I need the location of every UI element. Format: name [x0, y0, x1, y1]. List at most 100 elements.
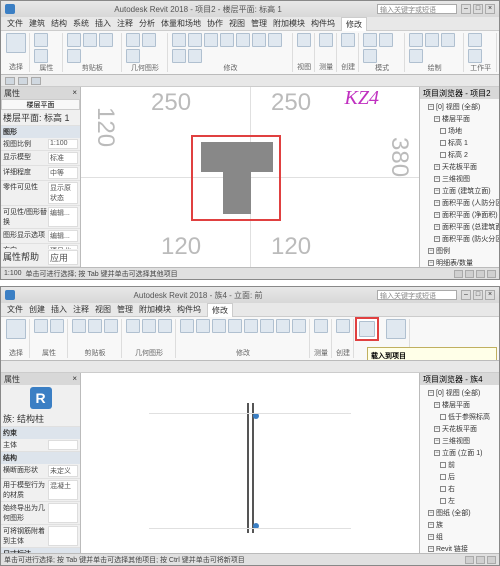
- property-value[interactable]: 1:100: [48, 139, 78, 149]
- tree-node[interactable]: −楼层平面: [422, 399, 497, 411]
- expand-icon[interactable]: −: [434, 402, 440, 408]
- tree-node[interactable]: −天花板平面: [422, 423, 497, 435]
- scale-icon[interactable]: [276, 319, 290, 333]
- view-icon[interactable]: [465, 556, 474, 564]
- offset-icon[interactable]: [188, 49, 202, 63]
- properties-list[interactable]: 约束主体结构横断面形状未定义用于模型行为的材质混凝土始终导出为几何图形可将钢筋附…: [1, 427, 80, 553]
- array-icon[interactable]: [260, 319, 274, 333]
- split-icon[interactable]: [244, 319, 258, 333]
- expand-icon[interactable]: −: [428, 510, 434, 516]
- property-value[interactable]: 中等: [48, 167, 78, 179]
- expand-icon[interactable]: −: [428, 522, 434, 528]
- help-link[interactable]: 属性帮助: [3, 250, 48, 265]
- tab[interactable]: 构件坞: [177, 304, 201, 315]
- expand-icon[interactable]: −: [428, 546, 434, 552]
- opt-icon[interactable]: [31, 77, 41, 85]
- trim-icon[interactable]: [220, 33, 234, 47]
- tree-node[interactable]: −组: [422, 531, 497, 543]
- expand-icon[interactable]: [440, 486, 446, 492]
- tab[interactable]: 文件: [7, 18, 23, 29]
- expand-icon[interactable]: −: [434, 224, 440, 230]
- mirror-icon[interactable]: [212, 319, 226, 333]
- measure-icon[interactable]: [319, 33, 333, 47]
- tree-node[interactable]: −[0] 视图 (全部): [422, 101, 497, 113]
- tree-node[interactable]: −Revit 链接: [422, 543, 497, 553]
- tree-node[interactable]: 低于参照标高: [422, 411, 497, 423]
- tab[interactable]: 插入: [51, 304, 67, 315]
- copy-icon[interactable]: [104, 319, 118, 333]
- rotate-icon[interactable]: [188, 33, 202, 47]
- view-icon[interactable]: [297, 33, 311, 47]
- detail-icon[interactable]: [363, 49, 377, 63]
- expand-icon[interactable]: −: [434, 164, 440, 170]
- type-icon[interactable]: [34, 49, 48, 63]
- expand-icon[interactable]: −: [434, 116, 440, 122]
- load-project-icon[interactable]: [359, 321, 375, 337]
- opt-icon[interactable]: [18, 77, 28, 85]
- tab[interactable]: 管理: [251, 18, 267, 29]
- tree-node[interactable]: −图例: [422, 245, 497, 257]
- cutgeom-icon[interactable]: [142, 319, 156, 333]
- expand-icon[interactable]: −: [434, 188, 440, 194]
- browser-tree[interactable]: −[0] 视图 (全部)−楼层平面场地标高 1标高 2−天花板平面−三维视图−立…: [420, 99, 499, 267]
- tab[interactable]: 注释: [73, 304, 89, 315]
- tab[interactable]: 附加模块: [273, 18, 305, 29]
- expand-icon[interactable]: −: [428, 534, 434, 540]
- expand-icon[interactable]: −: [434, 176, 440, 182]
- browser-tree[interactable]: −[0] 视图 (全部)−楼层平面低于参照标高−天花板平面−三维视图−立面 (立…: [420, 385, 499, 553]
- tree-node[interactable]: 前: [422, 459, 497, 471]
- paste-icon[interactable]: [72, 319, 86, 333]
- properties-icon[interactable]: [34, 33, 48, 47]
- select-icon[interactable]: [6, 319, 26, 339]
- properties-list[interactable]: 图形视图比例1:100显示模型标准详细程度中等零件可见性显示原状态可见性/图形替…: [1, 126, 80, 249]
- expand-icon[interactable]: [440, 128, 446, 134]
- match-icon[interactable]: [67, 49, 81, 63]
- trim-icon[interactable]: [228, 319, 242, 333]
- tree-node[interactable]: −图纸 (全部): [422, 507, 497, 519]
- expand-icon[interactable]: −: [434, 200, 440, 206]
- create-icon[interactable]: [336, 319, 350, 333]
- apply-button[interactable]: 应用: [48, 250, 78, 265]
- move-icon[interactable]: [172, 33, 186, 47]
- text-icon[interactable]: [363, 33, 377, 47]
- cut-icon[interactable]: [83, 33, 97, 47]
- cutgeom-icon[interactable]: [142, 33, 156, 47]
- expand-icon[interactable]: −: [434, 438, 440, 444]
- tab[interactable]: 管理: [117, 304, 133, 315]
- scale-label[interactable]: 1:100: [4, 270, 22, 277]
- expand-icon[interactable]: −: [428, 390, 434, 396]
- tab-active[interactable]: 修改: [341, 17, 367, 31]
- view-icon[interactable]: [487, 270, 496, 278]
- close-icon[interactable]: ×: [72, 374, 77, 384]
- view-icon[interactable]: [487, 556, 496, 564]
- tab[interactable]: 插入: [95, 18, 111, 29]
- tab[interactable]: 视图: [229, 18, 245, 29]
- show-icon[interactable]: [468, 49, 482, 63]
- tree-node[interactable]: −面积平面 (防火分区面积): [422, 233, 497, 245]
- measure-icon[interactable]: [314, 319, 328, 333]
- search-input[interactable]: 输入关键字或短语: [377, 290, 457, 300]
- poly-icon[interactable]: [409, 49, 423, 63]
- expand-icon[interactable]: [440, 152, 446, 158]
- expand-icon[interactable]: −: [428, 248, 434, 254]
- tab[interactable]: 体量和场地: [161, 18, 201, 29]
- expand-icon[interactable]: [440, 462, 446, 468]
- close-button[interactable]: ×: [485, 4, 495, 14]
- expand-icon[interactable]: −: [434, 212, 440, 218]
- tree-node[interactable]: −三维视图: [422, 173, 497, 185]
- property-value[interactable]: 未定义: [48, 465, 78, 477]
- property-value[interactable]: 标准: [48, 152, 78, 164]
- property-value[interactable]: 显示原状态: [48, 182, 78, 204]
- circle-icon[interactable]: [425, 33, 439, 47]
- view-icon[interactable]: [454, 270, 463, 278]
- property-value[interactable]: [48, 526, 78, 546]
- close-button[interactable]: ×: [485, 290, 495, 300]
- rotate-icon[interactable]: [196, 319, 210, 333]
- tree-node[interactable]: 左: [422, 495, 497, 507]
- load-close-icon[interactable]: [386, 319, 406, 339]
- cope-icon[interactable]: [126, 319, 140, 333]
- maximize-button[interactable]: □: [473, 4, 483, 14]
- property-value[interactable]: [48, 503, 78, 523]
- tab[interactable]: 结构: [51, 18, 67, 29]
- paste-icon[interactable]: [67, 33, 81, 47]
